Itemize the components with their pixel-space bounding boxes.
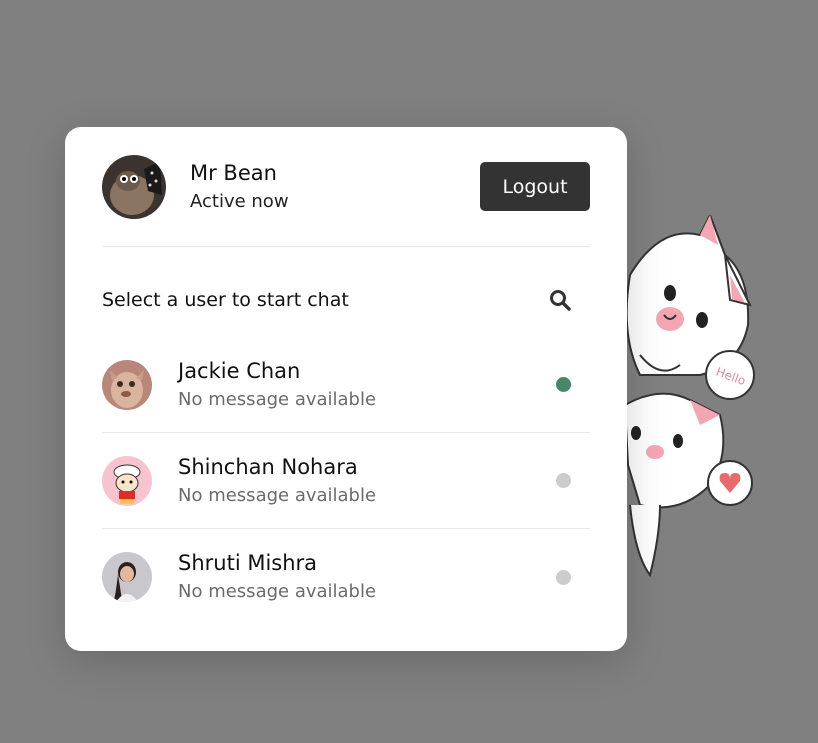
chat-users-panel: Mr Bean Active now Logout Select a user … <box>65 127 627 651</box>
current-user-avatar <box>102 154 166 219</box>
search-icon <box>550 290 571 311</box>
user-item-jackie-chan[interactable]: Jackie Chan No message available <box>102 337 590 433</box>
page-background: Hello Mr Bean Active now Logout Select a… <box>0 0 818 743</box>
profile-header: Mr Bean Active now Logout <box>102 127 590 247</box>
online-status-dot <box>556 377 571 392</box>
search-prompt: Select a user to start chat <box>102 289 349 311</box>
user-name: Shinchan Nohara <box>178 454 358 479</box>
current-user-info: Mr Bean Active now <box>190 159 480 215</box>
user-list: Jackie Chan No message available Shincha… <box>102 337 590 625</box>
current-user-name: Mr Bean <box>190 160 277 185</box>
user-last-message: No message available <box>178 388 377 410</box>
user-info: Jackie Chan No message available <box>178 357 556 413</box>
offline-status-dot <box>556 473 571 488</box>
user-info: Shruti Mishra No message available <box>178 549 556 605</box>
user-last-message: No message available <box>178 484 377 506</box>
offline-status-dot <box>556 569 571 585</box>
logout-button[interactable]: Logout <box>480 162 590 211</box>
user-item-shruti-mishra[interactable]: Shruti Mishra No message available <box>102 529 590 625</box>
user-name: Shruti Mishra <box>178 551 318 575</box>
user-avatar <box>102 359 152 410</box>
current-user-status: Active now <box>190 190 289 212</box>
search-button[interactable] <box>538 278 582 322</box>
user-avatar <box>102 455 152 506</box>
user-name: Jackie Chan <box>178 358 301 383</box>
user-item-shinchan-nohara[interactable]: Shinchan Nohara No message available <box>102 433 590 529</box>
user-avatar <box>102 552 152 602</box>
user-info: Shinchan Nohara No message available <box>178 453 556 509</box>
user-last-message: No message available <box>178 581 377 602</box>
